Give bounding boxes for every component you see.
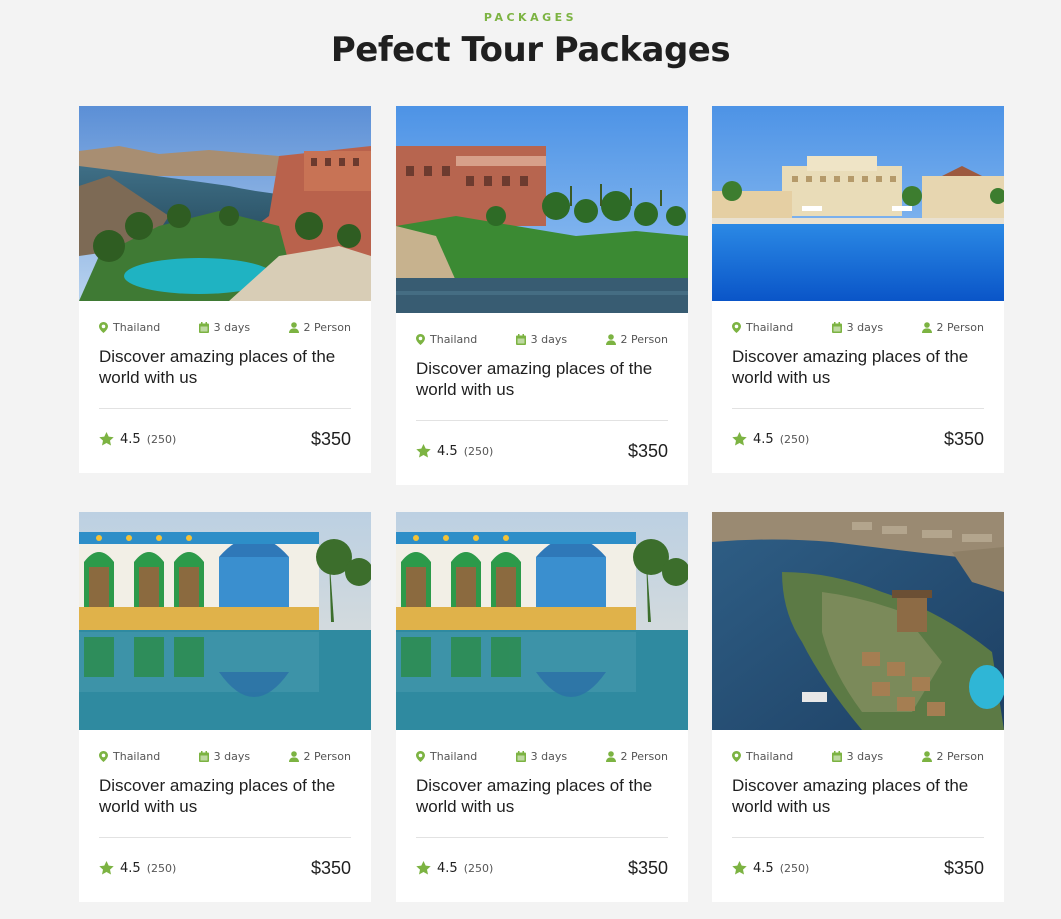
package-title[interactable]: Discover amazing places of the world wit… [79,775,371,817]
section-title: Pefect Tour Packages [330,30,731,70]
package-card[interactable]: Thailand 3 days 2 Person Discover amazin… [712,106,1004,473]
calendar-icon [515,334,526,345]
package-title[interactable]: Discover amazing places of the world wit… [712,775,1004,817]
person-icon [605,751,616,762]
calendar-icon [198,322,209,333]
star-icon [99,432,114,446]
person-icon [605,334,616,345]
people: 2 Person [605,750,668,763]
person-icon [288,322,299,333]
rating: 4.5 (250) [732,861,809,876]
duration: 3 days [198,750,250,763]
price: $350 [627,857,668,878]
rating: 4.5 (250) [99,861,176,876]
duration: 3 days [515,750,567,763]
map-pin-icon [99,322,108,333]
package-title[interactable]: Discover amazing places of the world wit… [79,346,371,388]
package-title[interactable]: Discover amazing places of the world wit… [712,346,1004,388]
price: $350 [310,428,351,449]
star-icon [416,861,431,875]
section-eyebrow: PACKAGES [483,11,578,24]
package-photo[interactable] [712,106,1004,301]
price: $350 [943,428,984,449]
star-icon [99,861,114,875]
duration: 3 days [831,750,883,763]
calendar-icon [515,751,526,762]
package-title[interactable]: Discover amazing places of the world wit… [396,358,688,400]
star-icon [732,861,747,875]
location: Thailand [732,321,793,334]
package-card[interactable]: Thailand 3 days 2 Person Discover amazin… [396,106,688,485]
package-card[interactable]: Thailand 3 days 2 Person Discover amazin… [79,106,371,473]
calendar-icon [831,322,842,333]
star-icon [732,432,747,446]
package-photo[interactable] [396,106,688,313]
price: $350 [943,857,984,878]
location: Thailand [99,750,160,763]
person-icon [288,751,299,762]
map-pin-icon [416,751,425,762]
people: 2 Person [288,750,351,763]
price: $350 [310,857,351,878]
package-card[interactable]: Thailand 3 days 2 Person Discover amazin… [79,512,371,902]
person-icon [921,751,932,762]
map-pin-icon [99,751,108,762]
location: Thailand [416,333,477,346]
people: 2 Person [605,333,668,346]
duration: 3 days [515,333,567,346]
package-card[interactable]: Thailand 3 days 2 Person Discover amazin… [396,512,688,902]
people: 2 Person [921,321,984,334]
location: Thailand [732,750,793,763]
location: Thailand [416,750,477,763]
people: 2 Person [921,750,984,763]
map-pin-icon [732,322,741,333]
package-card[interactable]: Thailand 3 days 2 Person Discover amazin… [712,512,1004,902]
rating: 4.5 (250) [416,861,493,876]
price: $350 [627,440,668,461]
package-photo[interactable] [712,512,1004,730]
package-photo[interactable] [79,512,371,730]
package-photo[interactable] [79,106,371,301]
rating: 4.5 (250) [416,444,493,459]
map-pin-icon [416,334,425,345]
people: 2 Person [288,321,351,334]
location: Thailand [99,321,160,334]
duration: 3 days [831,321,883,334]
duration: 3 days [198,321,250,334]
rating: 4.5 (250) [99,432,176,447]
calendar-icon [831,751,842,762]
map-pin-icon [732,751,741,762]
person-icon [921,322,932,333]
rating: 4.5 (250) [732,432,809,447]
package-photo[interactable] [396,512,688,730]
star-icon [416,444,431,458]
calendar-icon [198,751,209,762]
package-title[interactable]: Discover amazing places of the world wit… [396,775,688,817]
